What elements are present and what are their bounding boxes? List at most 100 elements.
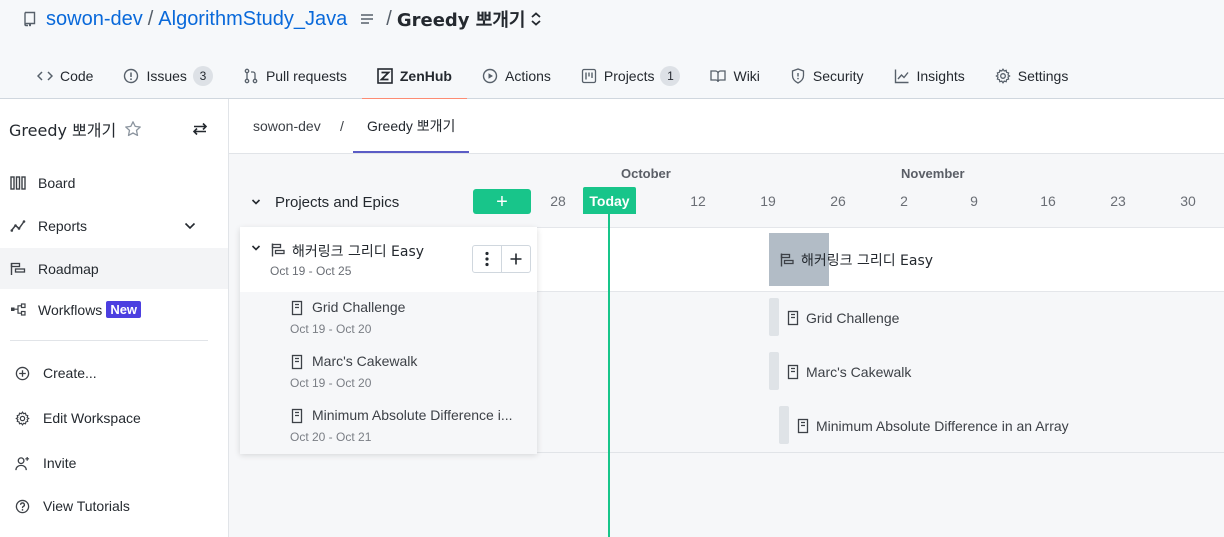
tab-label: Code: [60, 67, 94, 84]
pull-request-icon: [244, 68, 258, 83]
tab-insights[interactable]: Insights: [879, 52, 980, 99]
tab-wiki[interactable]: Wiki: [695, 52, 774, 99]
epic-item[interactable]: 해커링크 그리디 Easy Oct 19 - Oct 25: [240, 227, 537, 292]
month-label: October: [621, 166, 671, 181]
issue-bar-name: Grid Challenge: [806, 310, 900, 326]
sidebar-item-roadmap[interactable]: Roadmap: [0, 248, 228, 289]
epic-name: 해커링크 그리디 Easy: [292, 244, 425, 260]
action-label: Invite: [43, 455, 77, 471]
issue-item[interactable]: Marc's Cakewalk Oct 19 - Oct 20: [240, 346, 537, 400]
projects-epics-title: Projects and Epics: [275, 194, 400, 211]
issue-icon: [797, 418, 809, 434]
shield-icon: [791, 67, 805, 84]
day-label: 2: [900, 193, 908, 209]
action-label: Create...: [43, 365, 97, 381]
issue-bar-name: Minimum Absolute Difference in an Array: [816, 418, 1069, 434]
today-marker[interactable]: Today: [583, 187, 636, 214]
add-issue-icon[interactable]: [501, 246, 530, 272]
month-label: November: [901, 166, 965, 181]
tab-label: Pull requests: [265, 67, 347, 84]
workspace-list-button[interactable]: [357, 9, 377, 29]
repo-header: sowon-dev / AlgorithmStudy_Java / Greedy…: [0, 0, 1224, 100]
sidebar-item-label: Reports: [38, 217, 88, 234]
tab-issues[interactable]: Issues 3: [108, 52, 227, 99]
tab-settings[interactable]: Settings: [980, 52, 1084, 99]
switch-workspace-icon[interactable]: [192, 122, 208, 136]
epic-icon: [270, 242, 286, 258]
tab-code[interactable]: Code: [22, 52, 108, 99]
tab-actions[interactable]: Actions: [467, 52, 566, 99]
tab-projects[interactable]: Projects 1: [566, 52, 696, 99]
tab-zenhub[interactable]: ZenHub: [361, 52, 468, 100]
roadmap-icon: [10, 262, 26, 275]
day-label: 9: [970, 193, 978, 209]
breadcrumb: sowon-dev / Greedy 뽀개기: [229, 99, 1224, 154]
sidebar-item-label: Workflows: [38, 301, 103, 318]
issue-timeline-bar[interactable]: [769, 352, 779, 390]
issue-bar-name: Marc's Cakewalk: [806, 364, 912, 380]
tab-label: Insights: [916, 67, 965, 84]
tab-label: Wiki: [733, 67, 760, 84]
play-icon: [482, 68, 498, 83]
invite-button[interactable]: Invite: [0, 443, 228, 483]
day-label: 26: [830, 193, 846, 209]
chevron-down-icon[interactable]: [251, 244, 261, 252]
add-epic-button[interactable]: +: [473, 189, 531, 214]
issue-icon: [291, 408, 303, 424]
workflows-icon: [11, 302, 26, 316]
issue-item[interactable]: Grid Challenge Oct 19 - Oct 20: [240, 292, 537, 346]
workspace-selector[interactable]: Greedy 뽀개기: [397, 6, 526, 32]
issue-name: Grid Challenge: [312, 299, 406, 315]
epic-bar-name: 해커링크 그리디 Easy: [801, 253, 934, 269]
person-add-icon: [15, 456, 30, 470]
issue-timeline-bar[interactable]: [779, 406, 789, 444]
issue-icon: [787, 364, 799, 380]
view-tutorials-button[interactable]: View Tutorials: [0, 486, 228, 526]
zenhub-sidebar: Greedy 뽀개기 Board Reports Roadmap Workflo…: [0, 99, 229, 537]
more-options-icon[interactable]: [473, 246, 501, 272]
tab-label: Security: [812, 67, 864, 84]
issue-dates: Oct 19 - Oct 20: [290, 322, 372, 336]
issue-timeline-bar[interactable]: [769, 298, 779, 336]
sidebar-item-reports[interactable]: Reports: [0, 205, 228, 246]
issue-name: Minimum Absolute Difference i...: [312, 407, 513, 423]
issue-icon: [787, 310, 799, 326]
workspace-title: Greedy 뽀개기: [9, 121, 117, 140]
question-icon: [15, 499, 30, 513]
sidebar-item-board[interactable]: Board: [0, 162, 228, 203]
chevron-updown-icon[interactable]: [530, 12, 542, 26]
tab-label: Settings: [1017, 67, 1069, 84]
star-icon[interactable]: [124, 120, 142, 138]
chevron-down-icon[interactable]: [184, 222, 196, 230]
book-icon: [710, 69, 727, 82]
breadcrumb-root[interactable]: sowon-dev: [253, 99, 321, 153]
breadcrumb-separator: /: [340, 118, 344, 134]
chevron-down-icon[interactable]: [251, 198, 261, 206]
today-line: [608, 213, 610, 537]
timeline-header: October November 28 12 19 26 2 9 16 23 3…: [241, 154, 1224, 227]
day-label: 16: [1040, 193, 1056, 209]
day-label: 28: [550, 193, 566, 209]
repo-owner-link[interactable]: sowon-dev: [46, 8, 143, 31]
action-label: Edit Workspace: [43, 410, 141, 426]
epic-bar-label: 해커링크 그리디 Easy: [779, 250, 933, 270]
breadcrumb-current[interactable]: Greedy 뽀개기: [352, 99, 470, 153]
day-label: 23: [1110, 193, 1126, 209]
edit-workspace-button[interactable]: Edit Workspace: [0, 398, 228, 438]
repo-name-link[interactable]: AlgorithmStudy_Java: [158, 8, 347, 31]
zenhub-icon: [377, 67, 393, 84]
tab-pull-requests[interactable]: Pull requests: [228, 52, 362, 99]
board-icon: [10, 175, 26, 190]
epic-dates: Oct 19 - Oct 25: [270, 264, 352, 278]
tab-label: Issues: [146, 67, 187, 84]
tab-label: Actions: [504, 67, 551, 84]
day-label: 12: [690, 193, 706, 209]
sidebar-item-label: Board: [38, 174, 76, 191]
sidebar-item-workflows[interactable]: Workflows New: [0, 289, 228, 330]
create-button[interactable]: Create...: [0, 353, 228, 393]
plus-circle-icon: [15, 366, 30, 380]
workspace-separator: /: [386, 7, 392, 30]
project-icon: [581, 68, 597, 83]
issue-item[interactable]: Minimum Absolute Difference i... Oct 20 …: [240, 400, 537, 454]
tab-security[interactable]: Security: [775, 52, 879, 99]
